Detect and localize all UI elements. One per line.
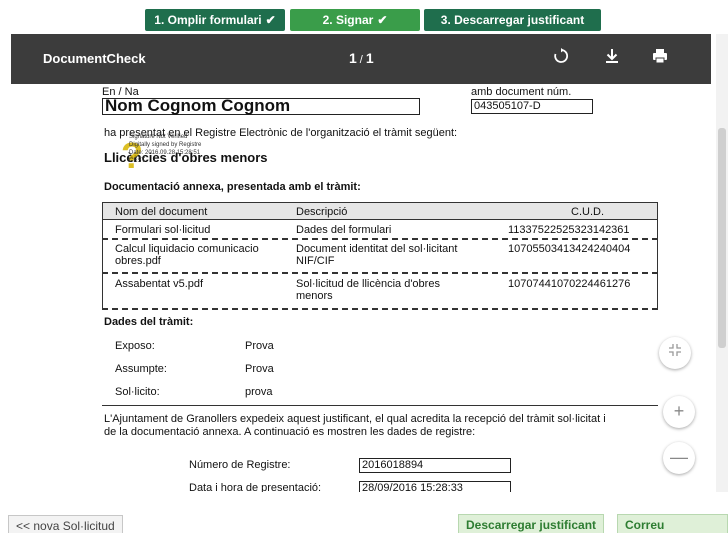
annex-title: Documentació annexa, presentada amb el t… — [104, 181, 361, 193]
table-header: Nom del document Descripció C.U.D. — [102, 202, 658, 220]
viewer-toolbar: DocumentCheck 1/1 — [11, 34, 711, 84]
page-indicator: 1/1 — [349, 50, 374, 66]
dades-title: Dades del tràmit: — [104, 316, 194, 328]
page-separator: / — [359, 54, 363, 66]
step-download[interactable]: 3. Descarregar justificant — [424, 9, 601, 31]
header-desc: Descripció — [296, 206, 348, 218]
table-row: Calcul liquidacio comunicacio obres.pdf … — [102, 240, 658, 274]
divider — [102, 405, 658, 406]
ajuntament-text-line-2: de la documentació annexa. A continuació… — [104, 426, 476, 438]
field-label-sollicito: Sol·licito: — [115, 386, 160, 398]
page-current: 1 — [349, 50, 357, 66]
field-label-exposo: Exposo: — [115, 340, 155, 352]
new-request-button[interactable]: << nova Sol·licitud — [8, 515, 123, 533]
doc-number-label: amb document núm. — [471, 86, 572, 98]
rotate-icon[interactable] — [550, 48, 572, 70]
row-cud: 10705503413424240404 — [508, 243, 631, 255]
table-row: Formulari sol·licitud Dades del formular… — [102, 220, 658, 240]
scrollbar-thumb[interactable] — [718, 128, 726, 348]
step-label: 2. Signar — [322, 13, 374, 27]
header-name: Nom del document — [115, 206, 208, 218]
pdf-page: En / Na Nom Cognom Cognom amb document n… — [11, 84, 711, 492]
download-icon[interactable] — [601, 48, 623, 70]
step-sign[interactable]: 2. Signar ✔ — [290, 9, 420, 31]
registre-value: 2016018894 — [362, 459, 424, 471]
print-icon[interactable] — [649, 48, 671, 70]
applicant-name: Nom Cognom Cognom — [105, 96, 291, 115]
field-value-sollicito: prova — [245, 386, 273, 398]
signature-line-1: Signature Not Verified — [129, 134, 188, 140]
email-button[interactable]: Correu electrònic — [617, 514, 728, 533]
step-fill-form[interactable]: 1. Omplir formulari ✔ — [145, 9, 285, 31]
table-row: Assabentat v5.pdf Sol·licitud de llicènc… — [102, 274, 658, 310]
row-cud: 11337522525323142361 — [508, 224, 630, 236]
signature-line-2: Digitally signed by Registre — [129, 142, 202, 148]
pdf-viewer: DocumentCheck 1/1 En / Na Nom Cognom Cog… — [11, 34, 711, 492]
row-desc: Document identitat del sol·licitant NIF/… — [296, 243, 458, 267]
page-scrollbar[interactable] — [716, 34, 728, 492]
data-label: Data i hora de presentació: — [189, 482, 322, 492]
signature-line-3: Date: 2016.09.28 15:28:51 — [129, 150, 201, 156]
registre-label: Número de Registre: — [189, 459, 291, 471]
row-desc: Sol·licitud de llicència d'obres menors — [296, 278, 440, 302]
data-value: 28/09/2016 15:28:33 — [362, 482, 463, 492]
row-desc: Dades del formulari — [296, 224, 392, 236]
download-receipt-button[interactable]: Descarregar justificant — [458, 514, 605, 533]
ajuntament-text-line-1: L'Ajuntament de Granollers expedeix aque… — [104, 413, 606, 425]
minus-icon[interactable]: — — [663, 442, 695, 474]
doc-number: 043505107-D — [474, 100, 541, 112]
check-icon: ✔ — [265, 13, 276, 27]
app-root: 1. Omplir formulari ✔ 2. Signar ✔ 3. Desca… — [0, 0, 728, 533]
page-total: 1 — [365, 50, 374, 66]
step-label: 1. Omplir formulari — [154, 13, 262, 27]
row-name: Formulari sol·licitud — [115, 224, 211, 236]
viewer-title: DocumentCheck — [43, 51, 146, 66]
compress-icon[interactable] — [659, 337, 691, 369]
plus-icon[interactable]: + — [663, 396, 695, 428]
field-label-assumpte: Assumpte: — [115, 363, 167, 375]
signature-line-4: CEST — [129, 158, 146, 164]
field-value-exposo: Prova — [245, 340, 274, 352]
check-icon: ✔ — [377, 13, 388, 27]
step-indicator: 1. Omplir formulari ✔ 2. Signar ✔ 3. Desca… — [0, 9, 728, 31]
row-name: Assabentat v5.pdf — [115, 278, 204, 290]
row-cud: 10707441070224461276 — [508, 278, 631, 290]
field-value-assumpte: Prova — [245, 363, 274, 375]
header-cud: C.U.D. — [571, 206, 604, 218]
step-label: 3. Descarregar justificant — [440, 13, 585, 27]
row-name: Calcul liquidacio comunicacio obres.pdf — [115, 243, 259, 267]
